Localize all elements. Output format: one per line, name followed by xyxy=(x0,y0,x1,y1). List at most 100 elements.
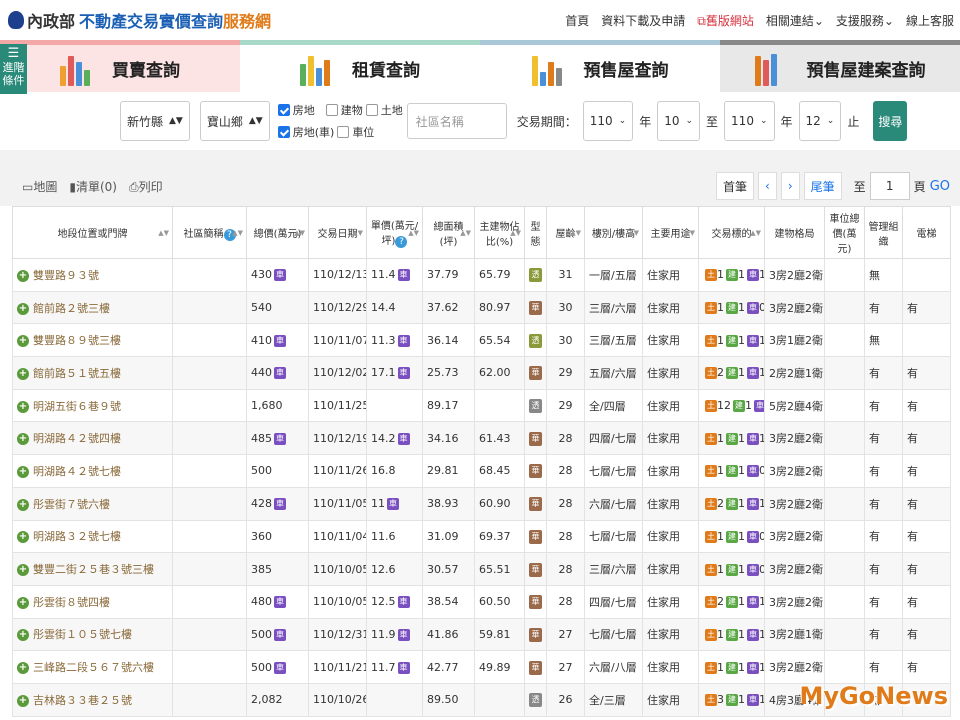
address-link[interactable]: 館前路５１號五樓 xyxy=(33,367,121,380)
search-button[interactable]: 搜尋 xyxy=(873,101,908,141)
nav-support[interactable]: 支援服務⌄ xyxy=(836,12,894,29)
header-unit-price[interactable]: 單價(萬元/坪)? ▲▼ xyxy=(366,206,423,259)
header-main-ratio[interactable]: 主建物佔比(%) ▲▼ xyxy=(474,206,525,259)
town-select[interactable]: 寶山鄉 ▲▼ xyxy=(199,101,270,141)
tab-presale-projects[interactable]: 預售屋建案查詢 xyxy=(720,40,960,92)
address-link[interactable]: 三峰路二段５６７號六樓 xyxy=(33,661,154,674)
header-management[interactable]: 管理組織 xyxy=(864,206,903,259)
address-link[interactable]: 明湖路４２號七樓 xyxy=(33,465,121,478)
table-row[interactable]: + 明湖路３２號七樓 360 110/11/04 11.6 31.09 69.37 華 28 七層… xyxy=(12,519,951,554)
address-link[interactable]: 雙豐路９３號 xyxy=(33,269,99,282)
print-button[interactable]: ⎙列印 xyxy=(129,178,163,195)
sort-icon[interactable]: ▲▼ xyxy=(294,229,305,237)
header-type[interactable]: 型態 xyxy=(524,206,547,259)
header-community[interactable]: 社區簡稱? ▲▼ xyxy=(172,206,247,259)
nav-old-site[interactable]: ⧉舊版網站 xyxy=(697,12,754,29)
sort-icon[interactable]: ▲▼ xyxy=(460,229,471,237)
expand-plus-icon[interactable]: + xyxy=(17,465,29,478)
map-view-button[interactable]: ▭地圖 xyxy=(22,178,57,195)
sort-icon[interactable]: ▲▼ xyxy=(684,229,695,237)
header-age[interactable]: 屋齡 ▲▼ xyxy=(546,206,585,259)
sort-icon[interactable]: ▲▼ xyxy=(628,229,639,237)
nav-online-service[interactable]: 線上客服 xyxy=(906,12,954,29)
address-link[interactable]: 彤雲街７號六樓 xyxy=(33,498,110,511)
header-floor[interactable]: 樓別/樓高 ▲▼ xyxy=(584,206,643,259)
header-parking-price[interactable]: 車位總價(萬元) xyxy=(824,206,865,259)
header-total-price[interactable]: 總價(萬元) ▲▼ xyxy=(246,206,309,259)
header-usage[interactable]: 主要用途 ▲▼ xyxy=(642,206,699,259)
prev-page-button[interactable]: ‹ xyxy=(758,172,777,200)
expand-plus-icon[interactable]: + xyxy=(17,596,29,609)
address-link[interactable]: 館前路２號三樓 xyxy=(33,302,110,315)
checkbox-house-land-car[interactable] xyxy=(277,126,290,138)
next-page-button[interactable]: › xyxy=(780,172,800,200)
table-row[interactable]: + 明湖路４２號七樓 500 110/11/26 16.8 29.81 68.45 華 28 七層… xyxy=(12,454,951,488)
address-link[interactable]: 明湖路４２號四樓 xyxy=(33,432,121,445)
checkbox-house-land[interactable] xyxy=(277,104,290,116)
header-date[interactable]: 交易日期 ▲▼ xyxy=(308,206,367,259)
last-page-button[interactable]: 尾筆 xyxy=(803,172,842,200)
header-area[interactable]: 總面積(坪) ▲▼ xyxy=(422,206,475,259)
expand-plus-icon[interactable]: + xyxy=(17,433,29,446)
header-address[interactable]: 地段位置或門牌 ▲▼ xyxy=(12,206,173,259)
to-month-select[interactable]: 12 ⌄ xyxy=(798,101,842,141)
sort-icon[interactable]: ▲▼ xyxy=(510,229,521,237)
expand-plus-icon[interactable]: + xyxy=(17,564,29,577)
sort-icon[interactable]: ▲▼ xyxy=(570,229,581,237)
expand-plus-icon[interactable]: + xyxy=(17,400,29,413)
table-row[interactable]: + 彤雲街１０５號七樓 500 車 110/12/31 11.9 車 41.86 59.81 華 2… xyxy=(12,617,951,652)
address-link[interactable]: 彤雲街８號四樓 xyxy=(33,596,110,609)
table-row[interactable]: + 彤雲街７號六樓 428 車 110/11/05 11 車 38.93 60.90 華 28 六層/… xyxy=(12,486,951,521)
page-number-input[interactable]: 1 xyxy=(869,172,910,200)
address-link[interactable]: 彤雲街１０５號七樓 xyxy=(33,628,132,641)
tab-rental[interactable]: 租賃查詢 xyxy=(240,40,480,92)
nav-links[interactable]: 相關連結⌄ xyxy=(766,12,824,29)
table-row[interactable]: + 雙豐路８９號三樓 410 車 110/11/07 11.3 車 36.14 65.54 透 30… xyxy=(12,323,951,358)
help-icon[interactable]: ? xyxy=(395,236,408,248)
site-logo[interactable]: 內政部 不動產交易實價查詢 服務網 xyxy=(8,8,271,32)
table-row[interactable]: + 館前路２號三樓 540 110/12/29 14.4 37.62 80.97 華 30 三層/… xyxy=(12,290,951,325)
header-target[interactable]: 交易標的 ▲▼ xyxy=(698,206,765,259)
sort-icon[interactable]: ▲▼ xyxy=(352,229,363,237)
from-month-select[interactable]: 10 ⌄ xyxy=(657,101,701,141)
to-year-select[interactable]: 110 ⌄ xyxy=(724,101,775,141)
expand-plus-icon[interactable]: + xyxy=(17,335,29,348)
sort-icon[interactable]: ▲▼ xyxy=(158,229,169,237)
header-layout[interactable]: 建物格局 xyxy=(764,206,825,259)
checkbox-building[interactable] xyxy=(325,104,338,116)
address-link[interactable]: 雙豐路８９號三樓 xyxy=(33,334,121,347)
advanced-conditions-button[interactable]: ☰ 進階 條件 xyxy=(0,44,27,94)
table-row[interactable]: + 彤雲街８號四樓 480 車 110/10/05 12.5 車 38.54 60.50 華 28 四… xyxy=(12,584,951,619)
community-name-input[interactable]: 社區名稱 xyxy=(406,103,507,139)
expand-plus-icon[interactable]: + xyxy=(17,498,29,511)
table-row[interactable]: + 明湖五街６巷９號 1,680 110/11/25 89.17 透 29 全/四層 住家用土 1… xyxy=(12,388,951,423)
nav-home[interactable]: 首頁 xyxy=(565,12,589,29)
expand-plus-icon[interactable]: + xyxy=(17,629,29,642)
table-row[interactable]: + 明湖路４２號四樓 485 車 110/12/19 14.2 車 34.16 61.43 華 28… xyxy=(12,421,951,456)
expand-plus-icon[interactable]: + xyxy=(17,367,29,380)
expand-plus-icon[interactable]: + xyxy=(17,269,29,282)
header-elevator[interactable]: 電梯 xyxy=(902,206,951,259)
expand-plus-icon[interactable]: + xyxy=(17,662,29,675)
sort-icon[interactable]: ▲▼ xyxy=(408,229,419,237)
checkbox-land[interactable] xyxy=(365,104,378,116)
tab-sales[interactable]: 買賣查詢 xyxy=(0,40,240,92)
expand-plus-icon[interactable]: + xyxy=(17,531,29,544)
list-view-button[interactable]: ▮清單(0) xyxy=(69,178,117,195)
expand-plus-icon[interactable]: + xyxy=(17,694,29,707)
nav-download[interactable]: 資料下載及申請 xyxy=(601,12,685,29)
expand-plus-icon[interactable]: + xyxy=(17,302,29,315)
table-row[interactable]: + 三峰路二段５６７號六樓 500 車 110/11/21 11.7 車 42.77 49.89… xyxy=(12,650,951,684)
county-select[interactable]: 新竹縣 ▲▼ xyxy=(120,101,190,141)
sort-icon[interactable]: ▲▼ xyxy=(232,229,243,237)
address-link[interactable]: 雙豐二街２５巷３號三樓 xyxy=(33,563,154,576)
table-row[interactable]: + 館前路５１號五樓 440 車 110/12/02 17.1 車 25.73 62.00 華 29… xyxy=(12,356,951,390)
address-link[interactable]: 吉林路３３巷２５號 xyxy=(33,694,132,707)
address-link[interactable]: 明湖路３２號七樓 xyxy=(33,530,121,543)
tab-presale[interactable]: 預售屋查詢 xyxy=(480,40,720,92)
sort-icon[interactable]: ▲▼ xyxy=(750,229,761,237)
go-button[interactable]: GO xyxy=(930,179,950,194)
from-year-select[interactable]: 110 ⌄ xyxy=(582,101,634,141)
table-row[interactable]: + 雙豐二街２５巷３號三樓 385 110/10/05 12.6 30.57 65.51 華 2… xyxy=(12,552,951,586)
checkbox-parking[interactable] xyxy=(337,126,350,138)
